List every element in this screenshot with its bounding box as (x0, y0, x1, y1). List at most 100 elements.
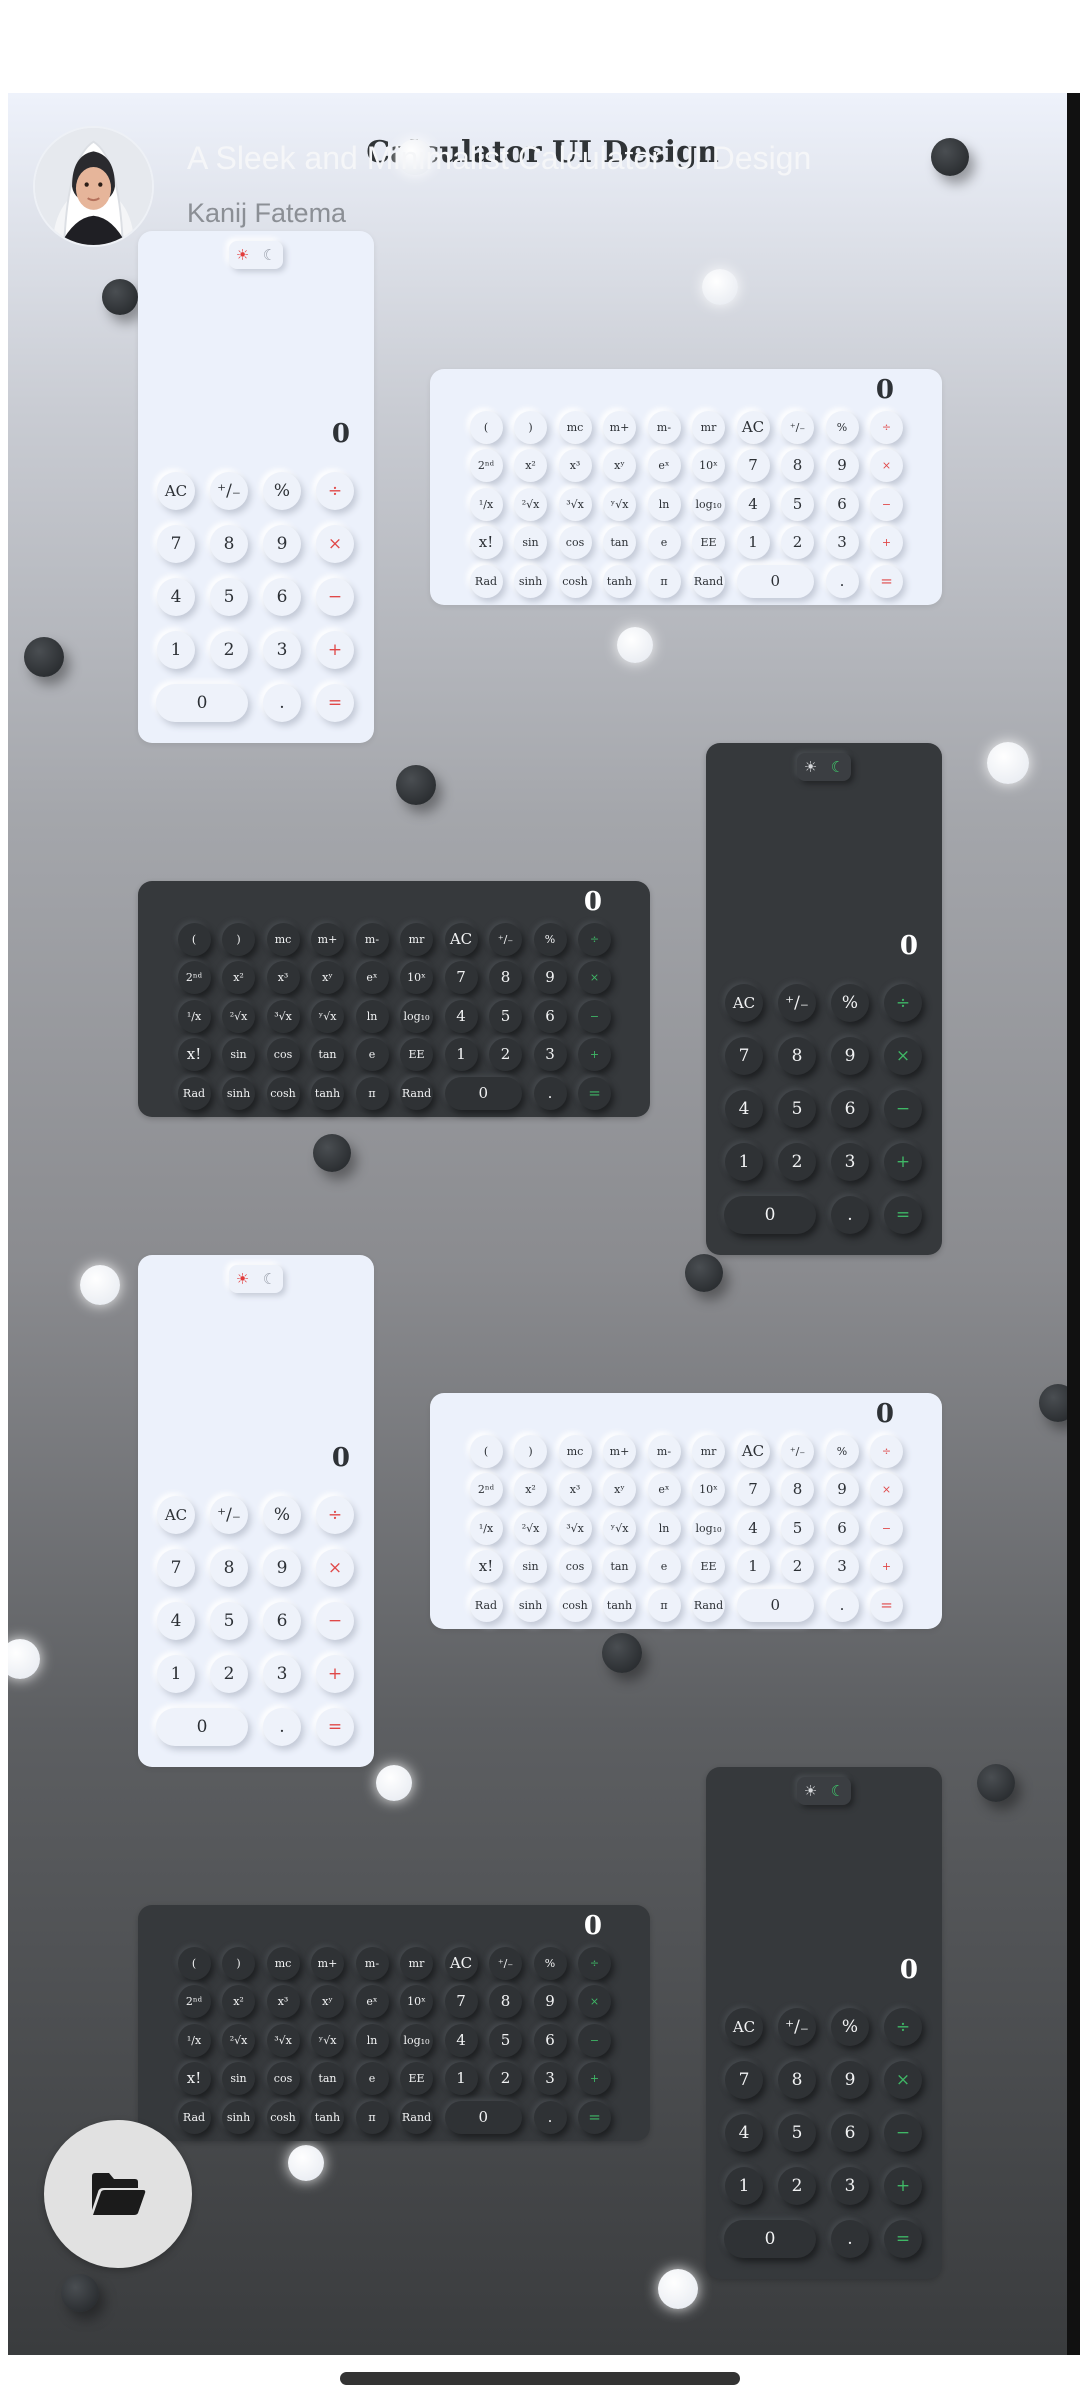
calc-key[interactable]: 4 (736, 487, 770, 521)
calc-key[interactable]: ÷ (578, 1946, 611, 1980)
calc-key[interactable]: 4 (725, 1090, 763, 1128)
calc-key[interactable]: ( (469, 410, 503, 444)
calc-key[interactable]: Rad (177, 2100, 211, 2134)
calc-key[interactable]: ⁺∕₋ (489, 1946, 522, 1980)
calc-key[interactable]: AC (736, 1434, 770, 1468)
calc-key[interactable]: ¹/x (469, 1511, 503, 1545)
calc-key[interactable]: % (533, 1946, 567, 1980)
calc-key[interactable]: ²√x (222, 2023, 255, 2057)
calc-key[interactable]: mc (558, 1434, 592, 1468)
calc-key[interactable]: 7 (725, 2061, 763, 2099)
calc-key[interactable]: + (316, 631, 354, 669)
calc-key[interactable]: 1 (157, 1655, 195, 1693)
calc-key[interactable]: . (533, 2100, 567, 2134)
calc-key[interactable]: mr (400, 922, 433, 956)
calc-key[interactable]: 8 (781, 449, 814, 482)
calc-key[interactable]: . (533, 1076, 567, 1110)
calc-key[interactable]: Rand (692, 564, 725, 598)
calc-key[interactable]: 9 (831, 2061, 869, 2099)
calc-key[interactable]: x³ (266, 961, 300, 994)
calc-key[interactable]: ln (647, 487, 681, 521)
calc-key[interactable]: ⁺∕₋ (210, 472, 248, 510)
calc-key[interactable]: ³√x (558, 1511, 592, 1545)
calc-key[interactable]: − (316, 578, 354, 616)
calc-key[interactable]: log₁₀ (400, 2023, 433, 2057)
calc-key[interactable]: mc (266, 922, 300, 956)
calc-key[interactable]: m+ (311, 1946, 344, 1980)
calc-key[interactable]: tan (311, 2062, 344, 2095)
calc-key[interactable]: 2 (210, 631, 248, 669)
calc-key[interactable]: AC (157, 1496, 195, 1534)
calc-key[interactable]: AC (444, 922, 478, 956)
calc-key[interactable]: ⁺∕₋ (778, 2008, 816, 2046)
calc-key[interactable]: tanh (603, 564, 636, 598)
calc-key[interactable]: EE (400, 1038, 433, 1071)
calc-key[interactable]: ⁺∕₋ (781, 410, 814, 444)
calc-key[interactable]: xʸ (603, 449, 636, 482)
calc-key[interactable]: tanh (311, 1076, 344, 1110)
calc-key[interactable]: ʸ√x (311, 2023, 344, 2057)
calc-key[interactable]: cosh (266, 1076, 300, 1110)
calc-key[interactable]: cos (266, 1038, 300, 1071)
calc-key[interactable]: ʸ√x (603, 1511, 636, 1545)
calc-key[interactable]: EE (692, 526, 725, 559)
calc-key[interactable]: + (870, 1550, 903, 1583)
calc-key[interactable]: . (831, 2220, 869, 2258)
calc-key[interactable]: 7 (736, 1473, 770, 1506)
calc-key[interactable]: ⁺∕₋ (210, 1496, 248, 1534)
calc-key[interactable]: mr (692, 410, 725, 444)
calc-key[interactable]: cosh (266, 2100, 300, 2134)
calc-key[interactable]: log₁₀ (692, 1511, 725, 1545)
calc-key[interactable]: − (578, 999, 611, 1033)
calc-key[interactable]: sinh (222, 1076, 255, 1110)
calc-key[interactable]: 10ˣ (692, 449, 725, 482)
calc-key[interactable]: % (263, 1496, 301, 1534)
calc-key[interactable]: 9 (533, 961, 567, 994)
calc-key[interactable]: EE (692, 1550, 725, 1583)
calc-key[interactable]: ( (177, 1946, 211, 1980)
calc-key[interactable]: AC (725, 2008, 763, 2046)
calc-key[interactable]: sinh (514, 564, 547, 598)
calc-key[interactable]: = (884, 2220, 922, 2258)
calc-key[interactable]: mr (400, 1946, 433, 1980)
calc-key[interactable]: ÷ (884, 2008, 922, 2046)
calc-key[interactable]: sin (222, 2062, 255, 2095)
calc-key[interactable]: 2 (781, 526, 814, 559)
calc-key[interactable]: 3 (263, 631, 301, 669)
calc-key[interactable]: × (870, 449, 903, 482)
calc-key[interactable]: x² (222, 1985, 255, 2018)
calc-key[interactable]: 7 (725, 1037, 763, 1075)
calc-key[interactable]: ) (514, 410, 547, 444)
calc-key[interactable]: × (884, 1037, 922, 1075)
calc-key[interactable]: 9 (263, 525, 301, 563)
calc-key[interactable]: 2 (489, 2062, 522, 2095)
calc-key[interactable]: 9 (831, 1037, 869, 1075)
calc-key[interactable]: ⁺∕₋ (778, 984, 816, 1022)
calc-key[interactable]: m- (355, 1946, 389, 1980)
calc-key[interactable]: sin (514, 1550, 547, 1583)
calc-key[interactable]: Rad (177, 1076, 211, 1110)
calc-key[interactable]: 7 (157, 1549, 195, 1587)
calc-key[interactable]: × (316, 1549, 354, 1587)
calc-key[interactable]: m+ (603, 1434, 636, 1468)
calc-key[interactable]: 8 (489, 1985, 522, 2018)
calc-key[interactable]: m+ (603, 410, 636, 444)
calc-key[interactable]: AC (444, 1946, 478, 1980)
calc-key[interactable]: ln (647, 1511, 681, 1545)
calc-key[interactable]: . (825, 564, 859, 598)
calc-key[interactable]: ) (514, 1434, 547, 1468)
calc-key[interactable]: = (870, 1588, 903, 1622)
calc-key[interactable]: Rad (469, 564, 503, 598)
calc-key[interactable]: eˣ (355, 961, 389, 994)
calc-key[interactable]: 1 (157, 631, 195, 669)
calc-key[interactable]: − (870, 487, 903, 521)
calc-key[interactable]: % (825, 410, 859, 444)
calc-key[interactable]: 3 (831, 1143, 869, 1181)
calc-key[interactable]: % (831, 2008, 869, 2046)
calc-key[interactable]: tan (603, 526, 636, 559)
calc-key[interactable]: 1 (725, 1143, 763, 1181)
calc-key[interactable]: ʸ√x (603, 487, 636, 521)
calc-key[interactable]: ÷ (316, 472, 354, 510)
calc-key[interactable]: + (884, 2167, 922, 2205)
calc-key[interactable]: xʸ (603, 1473, 636, 1506)
